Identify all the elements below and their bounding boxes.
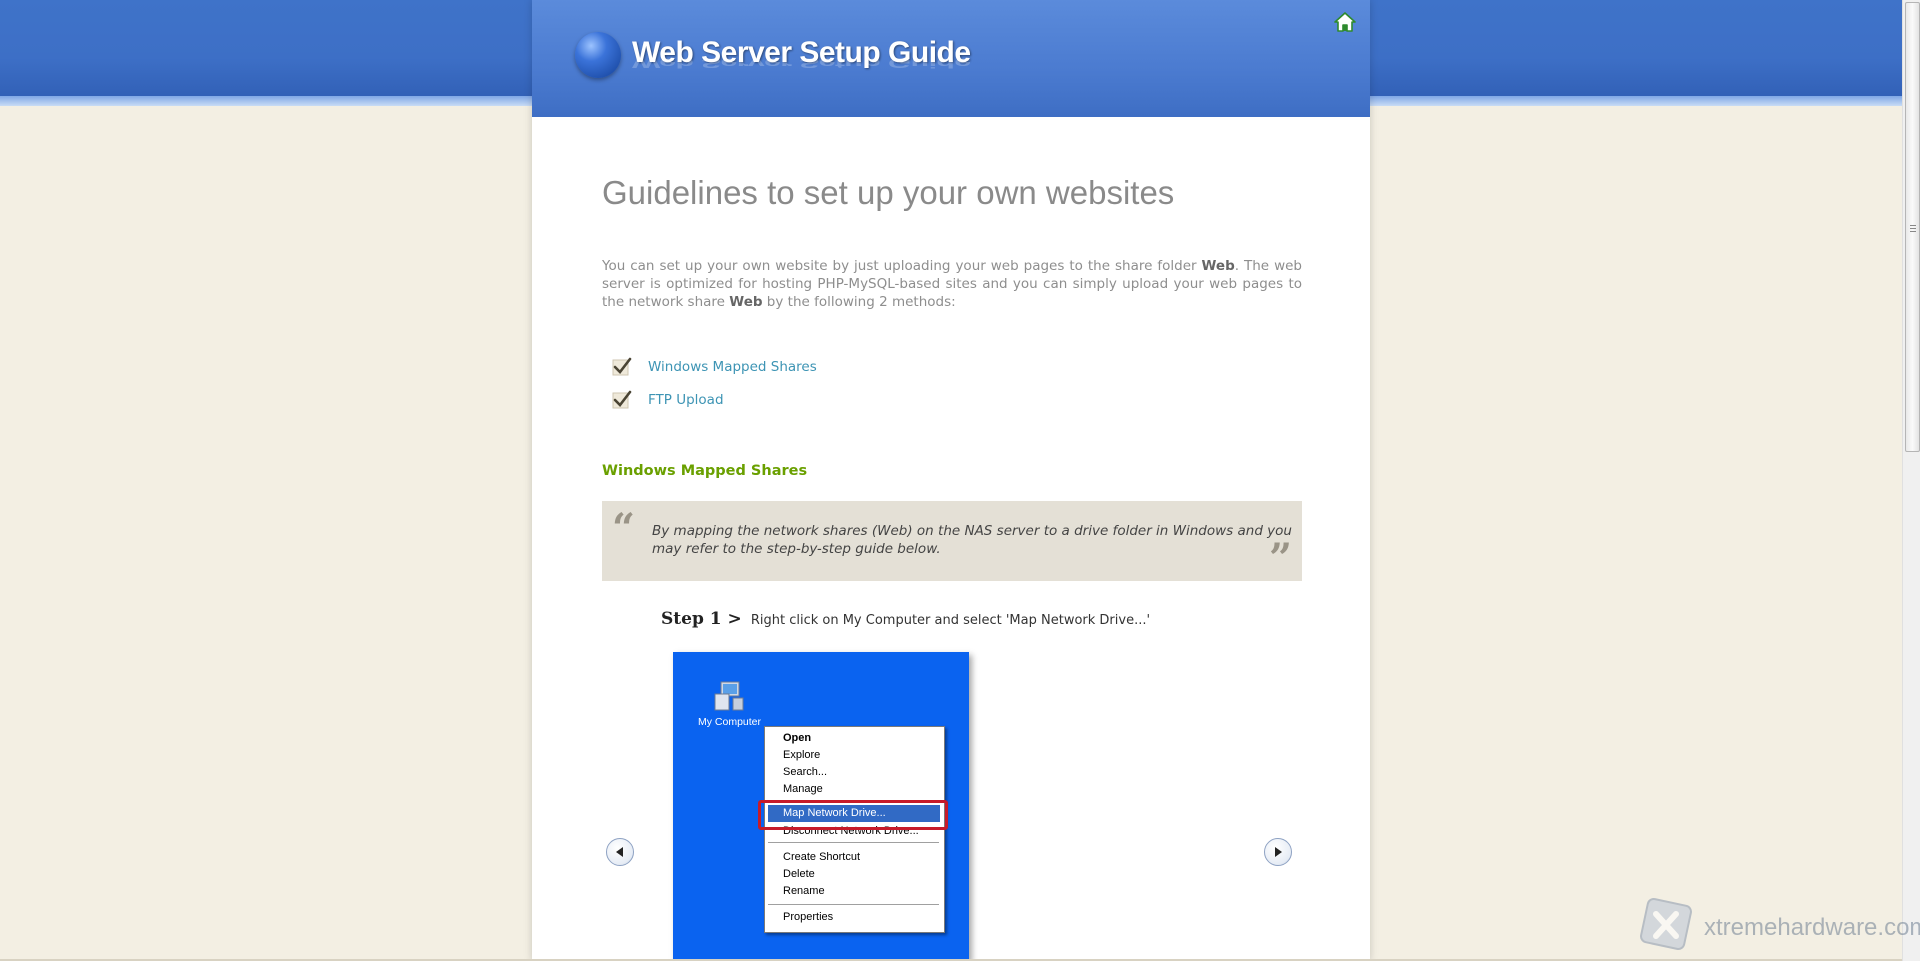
watermark: xtremehardware.com [1636,896,1920,958]
menu-separator [768,904,939,905]
intro-text-1: You can set up your own website by just … [602,258,1202,274]
home-icon[interactable] [1334,12,1356,32]
menu-item-open: Open [783,732,812,744]
menu-item-properties: Properties [783,911,834,923]
menu-separator [768,842,939,843]
intro-bold-web-1: Web [1201,258,1235,274]
my-computer-label: My Computer [698,716,762,728]
watermark-text: xtremehardware.com [1704,914,1920,941]
menu-item-explore: Explore [783,749,821,761]
intro-bold-web-2: Web [729,294,763,310]
site-header: Web Server Setup Guide Web Server Setup … [532,0,1370,117]
menu-item-manage: Manage [783,783,823,795]
scroll-grip-line [1910,231,1916,232]
site-title-reflection: Web Server Setup Guide [632,55,971,70]
xtremehardware-logo-icon [1640,898,1692,950]
content-column: Web Server Setup Guide Web Server Setup … [532,0,1370,961]
globe-orb-icon [575,32,621,78]
method-item-windows-mapped-shares: Windows Mapped Shares [612,350,817,383]
menu-item-delete: Delete [783,868,815,880]
menu-item-rename: Rename [783,885,825,897]
carousel-prev-button[interactable] [606,838,634,866]
vertical-scrollbar[interactable] [1902,0,1920,961]
step-screenshot: My Computer Open Explore Search... Manag… [673,652,969,961]
method-item-ftp-upload: FTP Upload [612,383,817,416]
scroll-grip-line [1910,225,1916,226]
highlight-frame [758,800,948,830]
scroll-grip-line [1910,228,1916,229]
section-title: Windows Mapped Shares [602,463,808,479]
quote-box: “ By mapping the network shares (Web) on… [602,501,1302,581]
intro-paragraph: You can set up your own website by just … [602,257,1302,311]
open-quote-icon: “ [612,505,636,552]
right-arrow-icon [1275,847,1282,857]
link-ftp-upload[interactable]: FTP Upload [648,392,724,408]
link-windows-mapped-shares[interactable]: Windows Mapped Shares [648,359,817,375]
methods-list: Windows Mapped Shares FTP Upload [612,350,817,416]
checkmark-icon [612,357,632,375]
step-label: Step 1 > [661,609,742,629]
step-text: Right click on My Computer and select 'M… [750,613,1151,628]
intro-text-3: by the following 2 methods: [762,294,956,310]
scrollbar-thumb[interactable] [1905,2,1920,452]
menu-item-search: Search... [783,766,828,778]
quote-text: By mapping the network shares (Web) on t… [652,523,1292,557]
close-quote-icon: ” [1268,535,1292,582]
step-heading: Step 1 > Right click on My Computer and … [661,609,1150,629]
left-arrow-icon [616,847,623,857]
menu-item-create-shortcut: Create Shortcut [783,851,861,863]
my-computer-icon [714,681,744,711]
page-title: Guidelines to set up your own websites [602,174,1175,211]
carousel-next-button[interactable] [1264,838,1292,866]
checkmark-icon [612,390,632,408]
